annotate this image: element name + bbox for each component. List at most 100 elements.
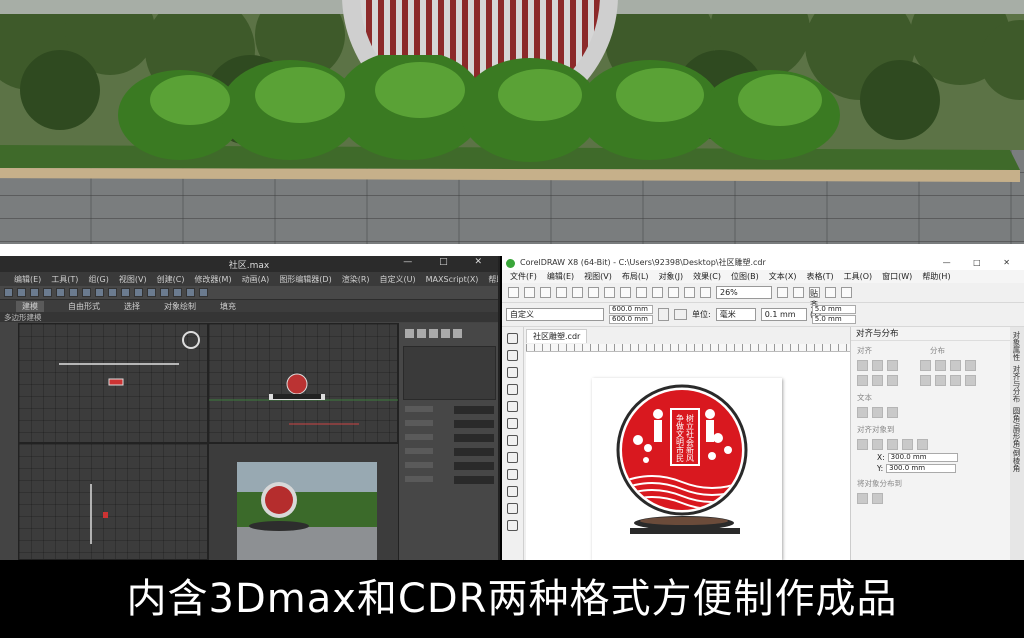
artistic-media-icon[interactable] bbox=[507, 418, 518, 429]
max-menu-item[interactable]: 编辑(E) bbox=[14, 274, 41, 285]
material-icon[interactable] bbox=[173, 288, 182, 297]
undo-icon[interactable] bbox=[4, 288, 13, 297]
max-menu-item[interactable]: 图形编辑器(D) bbox=[279, 274, 331, 285]
align-center-h-icon[interactable] bbox=[872, 360, 883, 371]
unit-select[interactable]: 毫米 bbox=[715, 308, 756, 321]
zoom-tool-icon[interactable] bbox=[507, 384, 518, 395]
max-menu-item[interactable]: 工具(T) bbox=[51, 274, 78, 285]
max-menu-item[interactable]: MAXScript(X) bbox=[426, 275, 479, 284]
distribute-top-icon[interactable] bbox=[920, 375, 931, 386]
align-right-icon[interactable] bbox=[887, 360, 898, 371]
align-icon[interactable] bbox=[147, 288, 156, 297]
window-controls[interactable]: — □ ✕ bbox=[403, 257, 494, 267]
side-tab[interactable]: 圆角/扇形角/倒棱角 bbox=[1011, 407, 1022, 472]
align-left-icon[interactable] bbox=[857, 360, 868, 371]
shape-tool-icon[interactable] bbox=[507, 350, 518, 361]
max-menu-item[interactable]: 动画(A) bbox=[242, 274, 270, 285]
application-launcher-icon[interactable] bbox=[841, 287, 852, 298]
param-field[interactable] bbox=[454, 434, 494, 442]
distribute-right-icon[interactable] bbox=[965, 360, 976, 371]
text-align-bbox-icon[interactable] bbox=[887, 407, 898, 418]
page-width-field[interactable]: 600.0 mm bbox=[609, 305, 653, 314]
side-tab[interactable]: 对象属性 bbox=[1011, 331, 1022, 361]
distribute-spacing-icon[interactable] bbox=[950, 360, 961, 371]
max-menu-item[interactable]: 自定义(U) bbox=[380, 274, 416, 285]
align-x-field[interactable]: 300.0 mm bbox=[887, 453, 958, 462]
max-menu-item[interactable]: 修改器(M) bbox=[194, 274, 231, 285]
render-icon[interactable] bbox=[199, 288, 208, 297]
align-center-v-icon[interactable] bbox=[872, 375, 883, 386]
ribbon-tab[interactable]: 对象绘制 bbox=[164, 301, 196, 312]
page-height-field[interactable]: 600.0 mm bbox=[609, 315, 653, 324]
viewport-front[interactable] bbox=[208, 323, 399, 443]
max-menu-item[interactable]: 帮助(H) bbox=[488, 274, 498, 285]
mirror-icon[interactable] bbox=[134, 288, 143, 297]
distribute-to-selection-icon[interactable] bbox=[857, 493, 868, 504]
rulers-icon[interactable] bbox=[793, 287, 804, 298]
cdr-menu-item[interactable]: 帮助(H) bbox=[922, 271, 950, 282]
distribute-vspacing-icon[interactable] bbox=[950, 375, 961, 386]
rectangle-tool-icon[interactable] bbox=[507, 435, 518, 446]
undo-icon[interactable] bbox=[620, 287, 631, 298]
display-icon[interactable] bbox=[453, 329, 462, 338]
publish-pdf-icon[interactable] bbox=[700, 287, 711, 298]
ribbon-tab[interactable]: 填充 bbox=[220, 301, 236, 312]
crop-tool-icon[interactable] bbox=[507, 367, 518, 378]
move-icon[interactable] bbox=[82, 288, 91, 297]
cdr-menu-item[interactable]: 窗口(W) bbox=[882, 271, 912, 282]
cdr-menu-item[interactable]: 工具(O) bbox=[844, 271, 873, 282]
snap-icon[interactable] bbox=[121, 288, 130, 297]
ellipse-tool-icon[interactable] bbox=[507, 452, 518, 463]
select-region-icon[interactable] bbox=[69, 288, 78, 297]
cdr-menu-item[interactable]: 位图(B) bbox=[731, 271, 759, 282]
text-tool-icon[interactable] bbox=[507, 486, 518, 497]
align-bottom-icon[interactable] bbox=[887, 375, 898, 386]
max-subtab[interactable]: 多边形建模 bbox=[0, 312, 498, 322]
paste-icon[interactable] bbox=[604, 287, 615, 298]
modifier-stack[interactable] bbox=[403, 346, 496, 400]
page-preset-select[interactable]: 自定义 bbox=[506, 308, 604, 321]
hierarchy-icon[interactable] bbox=[429, 329, 438, 338]
motion-icon[interactable] bbox=[441, 329, 450, 338]
align-y-field[interactable]: 300.0 mm bbox=[886, 464, 957, 473]
document-tab[interactable]: 社区雕塑.cdr bbox=[526, 329, 588, 343]
viewport-top[interactable] bbox=[18, 323, 208, 443]
search-content-icon[interactable] bbox=[652, 287, 663, 298]
distribute-middle-icon[interactable] bbox=[935, 375, 946, 386]
zoom-level-select[interactable]: 26% bbox=[716, 286, 772, 299]
create-icon[interactable] bbox=[405, 329, 414, 338]
viewport-perspective[interactable] bbox=[208, 443, 399, 560]
param-field[interactable] bbox=[454, 448, 494, 456]
distribute-left-icon[interactable] bbox=[920, 360, 931, 371]
text-align-last-icon[interactable] bbox=[872, 407, 883, 418]
side-tab[interactable]: 对齐与分布 bbox=[1011, 365, 1022, 403]
full-screen-icon[interactable] bbox=[777, 287, 788, 298]
export-icon[interactable] bbox=[684, 287, 695, 298]
nudge-field[interactable]: 0.1 mm bbox=[760, 308, 807, 321]
align-to-grid-icon[interactable] bbox=[887, 439, 898, 450]
pick-tool-icon[interactable] bbox=[507, 333, 518, 344]
link-icon[interactable] bbox=[30, 288, 39, 297]
cdr-menu-item[interactable]: 文本(X) bbox=[769, 271, 797, 282]
ribbon-tab[interactable]: 选择 bbox=[124, 301, 140, 312]
viewport-left[interactable] bbox=[18, 443, 208, 560]
cdr-menu-item[interactable]: 视图(V) bbox=[584, 271, 612, 282]
import-icon[interactable] bbox=[668, 287, 679, 298]
max-menu-item[interactable]: 视图(V) bbox=[119, 274, 147, 285]
snap-to-dropdown[interactable]: 贴齐(T) bbox=[809, 287, 821, 319]
connector-tool-icon[interactable] bbox=[507, 503, 518, 514]
cdr-menu-item[interactable]: 文件(F) bbox=[510, 271, 537, 282]
max-menu-item[interactable]: 创建(C) bbox=[157, 274, 185, 285]
new-document-icon[interactable] bbox=[508, 287, 519, 298]
scale-icon[interactable] bbox=[108, 288, 117, 297]
freehand-tool-icon[interactable] bbox=[507, 401, 518, 412]
duplicate-x-field[interactable]: 5.0 mm bbox=[811, 305, 856, 314]
redo-icon[interactable] bbox=[636, 287, 647, 298]
render-setup-icon[interactable] bbox=[186, 288, 195, 297]
cut-icon[interactable] bbox=[572, 287, 583, 298]
align-to-point-icon[interactable] bbox=[902, 439, 913, 450]
cdr-menu-item[interactable]: 表格(T) bbox=[806, 271, 833, 282]
ribbon-tab[interactable]: 自由形式 bbox=[68, 301, 100, 312]
align-top-icon[interactable] bbox=[857, 375, 868, 386]
cdr-menu-item[interactable]: 对象(J) bbox=[659, 271, 684, 282]
